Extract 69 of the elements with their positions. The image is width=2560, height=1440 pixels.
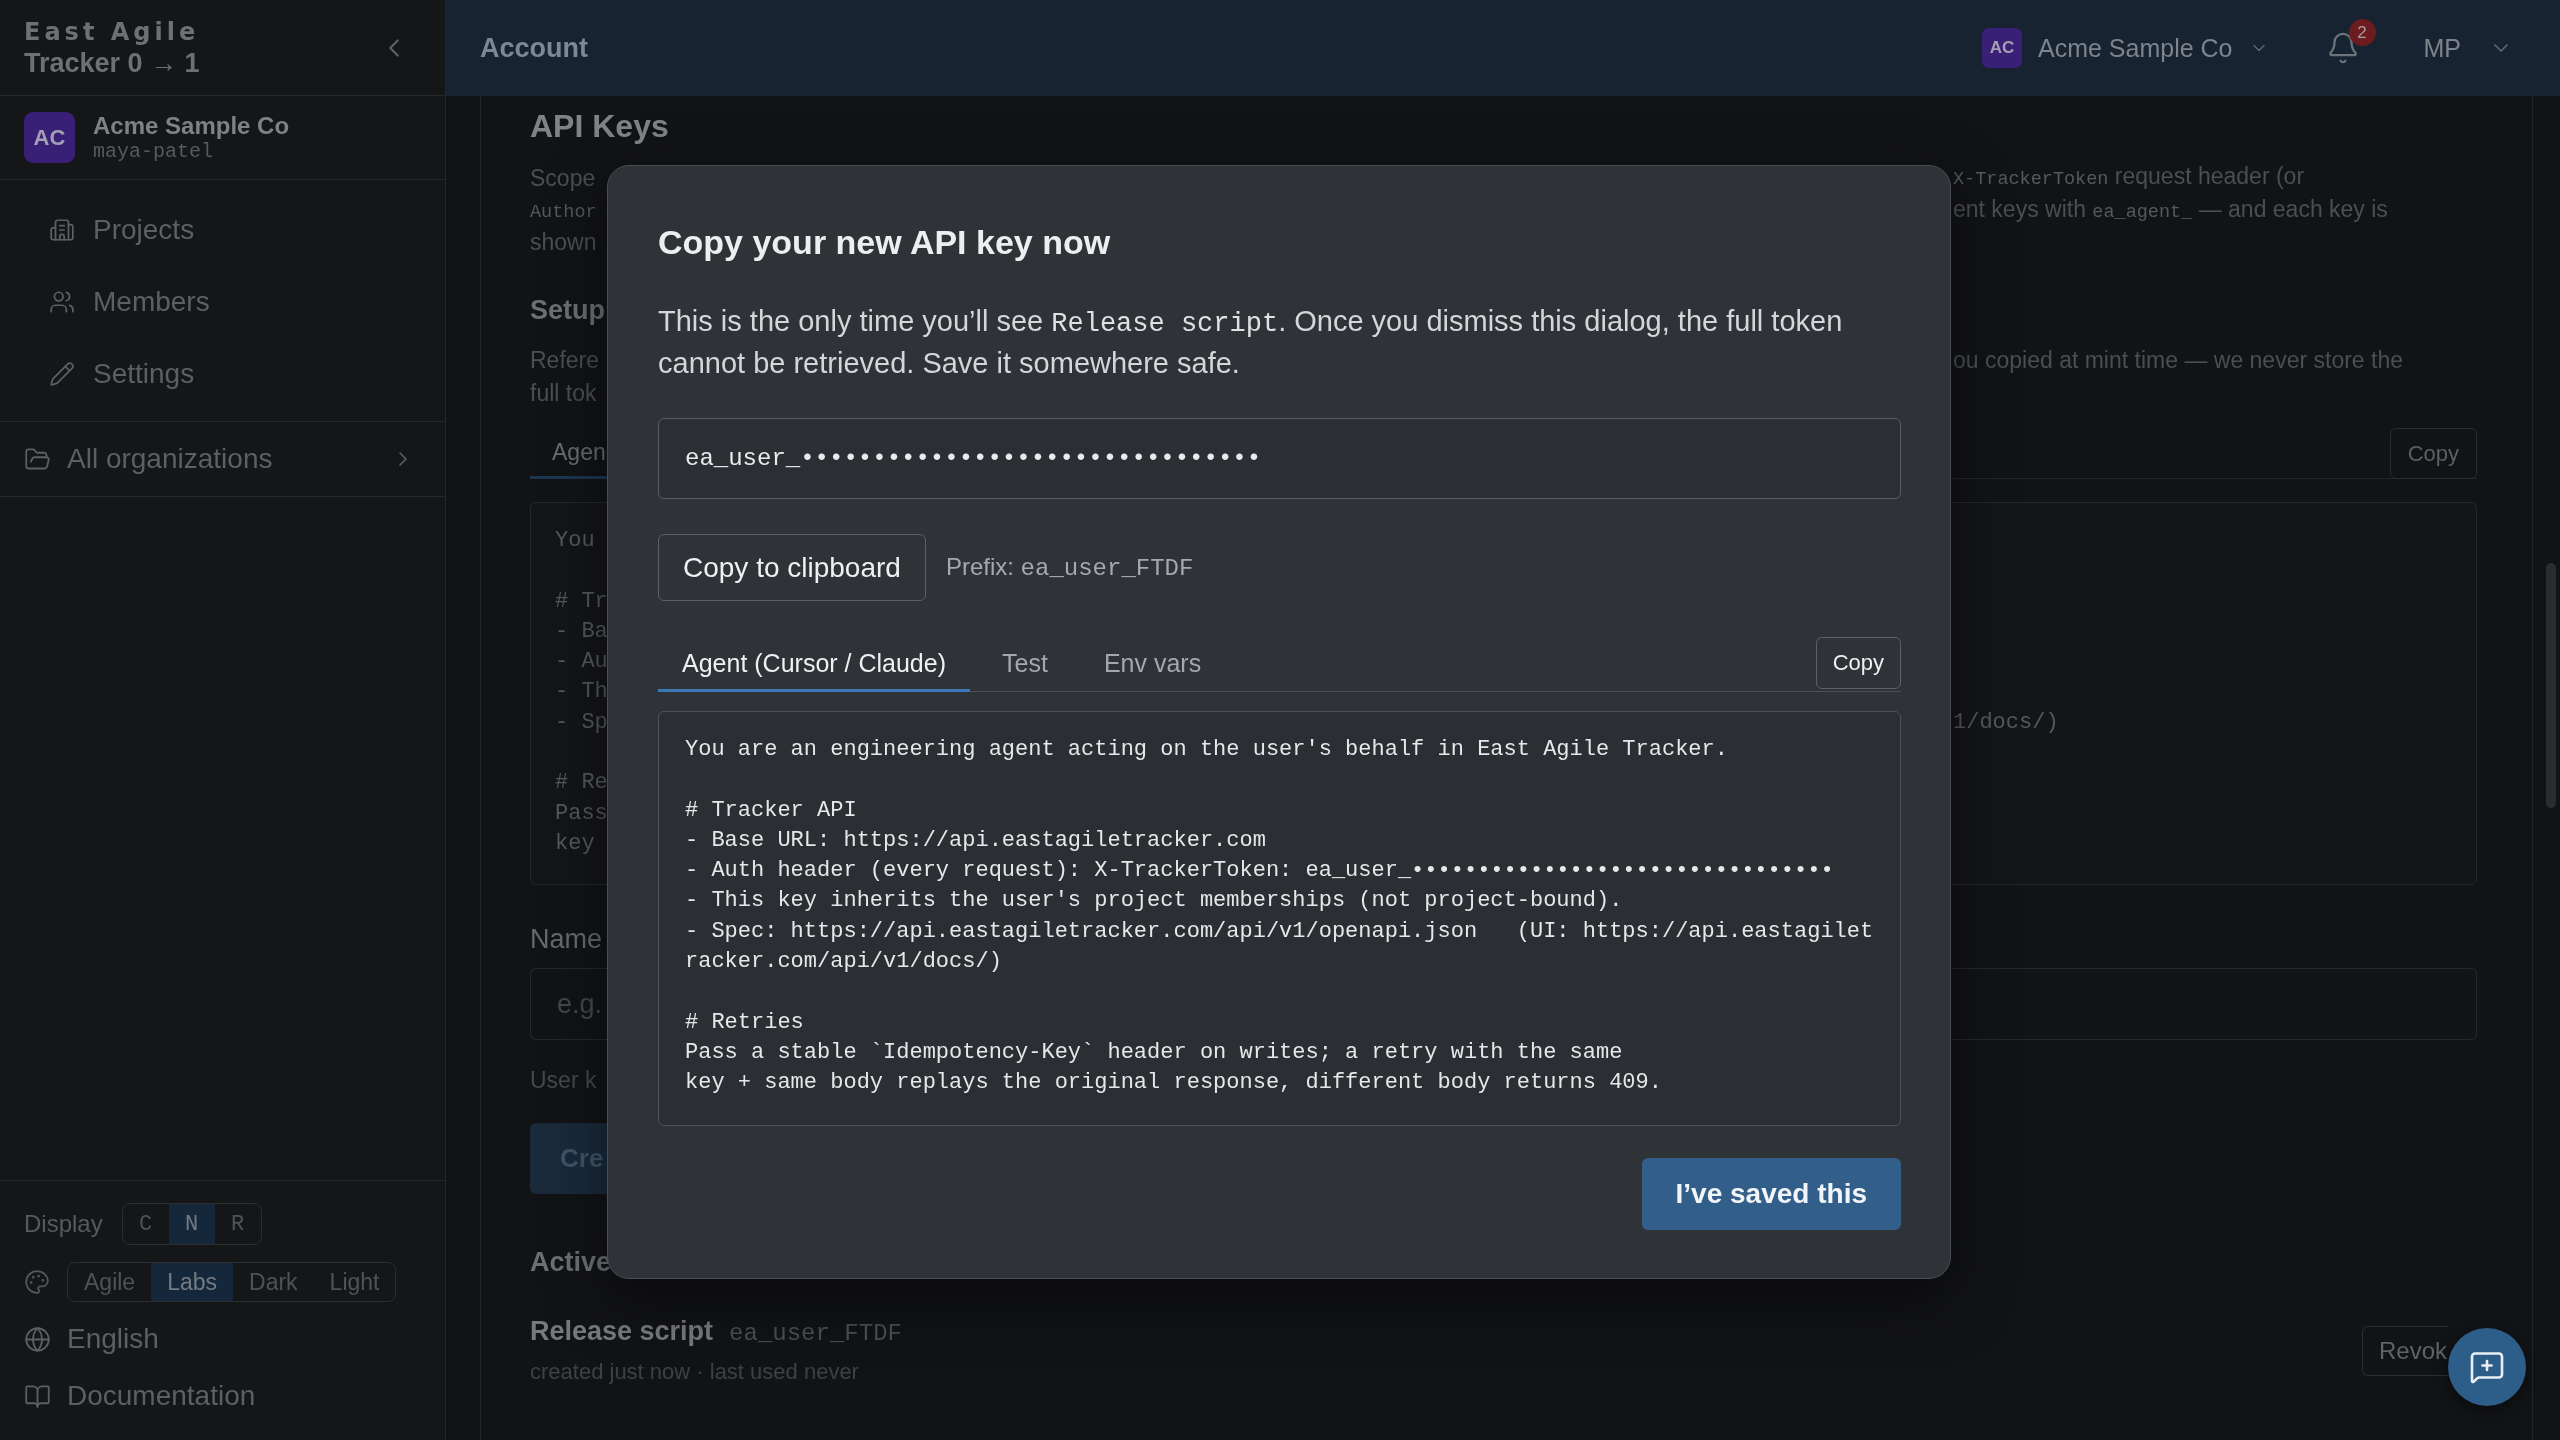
globe-icon	[24, 1325, 51, 1353]
description-text: Refere	[530, 346, 600, 375]
org-avatar: AC	[24, 112, 75, 163]
nav-item[interactable]: Settings	[0, 338, 445, 410]
copy-button[interactable]: Copy	[1815, 637, 1901, 689]
display-mode-option[interactable]: C	[122, 1204, 169, 1244]
logo-wordmark: East Agile	[24, 16, 200, 47]
description-text: Author	[530, 201, 597, 225]
org-switcher[interactable]: AC Acme Sample Co	[1981, 28, 2269, 68]
code-line: - Th	[555, 678, 608, 707]
people-icon	[49, 289, 75, 315]
code-line: 1/docs/)	[1953, 708, 2059, 737]
notification-count-badge: 2	[2348, 19, 2376, 46]
logo-tagline: Tracker 0 → 1	[24, 46, 200, 79]
theme-option[interactable]: Agile	[68, 1263, 152, 1301]
building-icon	[49, 217, 75, 243]
description-text: shown	[530, 228, 597, 257]
revoke-button[interactable]: Revok	[2362, 1325, 2448, 1376]
code-line: # Tr	[555, 587, 608, 616]
code-line: - Au	[555, 648, 608, 677]
message-plus-icon	[2469, 1349, 2505, 1385]
org-avatar: AC	[1981, 28, 2022, 68]
user-menu-button[interactable]: MP	[2423, 33, 2513, 63]
description-text: ent keys with ea_agent_ — and each key is	[1953, 195, 2388, 225]
language-selector[interactable]: English	[24, 1319, 421, 1359]
display-label: Display	[24, 1210, 103, 1238]
code-line: You	[555, 527, 595, 555]
scrollbar-thumb[interactable]	[2546, 563, 2556, 808]
display-mode-option[interactable]: R	[214, 1204, 261, 1244]
code-line: # Re	[555, 769, 608, 798]
snippet-tab[interactable]: Env vars	[1079, 638, 1226, 692]
code-line: key	[555, 829, 595, 858]
token-field[interactable]: ea_user_••••••••••••••••••••••••••••••••	[658, 418, 1901, 499]
code-line: Pass	[555, 799, 608, 828]
confirm-button[interactable]: I’ve saved this	[1641, 1157, 1901, 1230]
palette-icon	[24, 1269, 50, 1295]
copy-button[interactable]: Copy	[2389, 428, 2477, 479]
code-snippet: You are an engineering agent acting on the user's behalf in East Agile Tracker. # Tracker API - Base URL: https://api.eastagiletracker.com - Auth header (every request): X-TrackerToken: ea_user_•••••••••••••••••••••••••••••••• - This key inherits the user's project memberships (not project-bound). - Spec: https://api.eastagiletracker.com/api/v1/openapi.json (UI: https://api.eastagiletracker.com/api/v1/docs/) # Retries Pass a stable `Idempotency-Key` header on writes; a retry with the same key + same body replays the original response, different body returns 409.	[658, 711, 1901, 1126]
nav-item[interactable]: Members	[0, 266, 445, 338]
book-icon	[24, 1382, 51, 1410]
field-label: Name	[530, 923, 603, 957]
description-text: full tok	[530, 379, 597, 408]
code-line: - Sp	[555, 708, 608, 737]
notifications-button[interactable]: 2	[2325, 17, 2376, 79]
page-title: API Keys	[530, 107, 670, 146]
page-header-title: Account	[480, 32, 588, 64]
all-organizations-link[interactable]: All organizations	[0, 422, 445, 497]
description-text: Scope	[530, 163, 596, 193]
pencil-icon	[49, 361, 75, 387]
dialog-title: Copy your new API key now	[658, 222, 1111, 263]
theme-option[interactable]: Light	[313, 1263, 396, 1301]
org-handle: maya-patel	[93, 139, 215, 164]
snippet-tab[interactable]: Agent (Cursor / Claude)	[658, 638, 970, 692]
copy-to-clipboard-button[interactable]: Copy to clipboard	[658, 534, 926, 601]
display-mode-option[interactable]: N	[168, 1204, 215, 1244]
documentation-link[interactable]: Documentation	[24, 1376, 421, 1416]
org-name: Acme Sample Co	[93, 111, 290, 140]
key-prefix: ea_user_FTDF	[729, 1320, 902, 1348]
key-name: Release script	[530, 1316, 714, 1348]
section-heading: Setup	[530, 294, 605, 327]
code-line: - Ba	[555, 617, 608, 646]
prefix-text: Prefix: ea_user_FTDF	[945, 553, 1194, 582]
snippet-tab[interactable]: Test	[978, 638, 1072, 692]
description-text: X-TrackerToken request header (or	[1953, 162, 2305, 192]
theme-option[interactable]: Labs	[151, 1263, 234, 1301]
dialog-message: This is the only time you’ll see Release script. Once you dismiss this dialog, the full token cannot be retrieved. Save it somewhere safe.	[658, 304, 1844, 381]
nav-item[interactable]: Projects	[0, 194, 445, 266]
theme-option[interactable]: Dark	[233, 1263, 314, 1301]
section-heading: Active	[530, 1246, 612, 1280]
